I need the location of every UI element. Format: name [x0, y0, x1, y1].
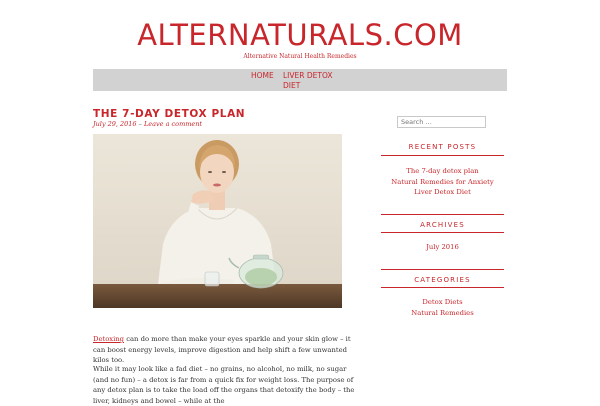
meta-separator: – [136, 120, 144, 128]
search-input[interactable] [397, 116, 486, 128]
detoxing-link[interactable]: Detoxing [93, 335, 124, 343]
categories-top-divider [381, 269, 504, 270]
post-date[interactable]: July 29, 2016 [93, 120, 137, 128]
archives-title: ARCHIVES [420, 221, 465, 229]
archive-link[interactable]: July 2016 [381, 243, 504, 252]
archives-top-divider [381, 214, 504, 215]
recent-posts-title: RECENT POSTS [408, 143, 477, 151]
recent-post-link[interactable]: Liver Detox Diet [381, 188, 504, 197]
post-meta: July 29, 2016 – Leave a comment [93, 120, 202, 129]
category-link[interactable]: Natural Remedies [381, 309, 504, 318]
post-paragraph-1-text: can do more than make your eyes sparkle … [93, 335, 351, 365]
leave-comment-link[interactable]: Leave a comment [144, 120, 202, 128]
recent-post-link[interactable]: Natural Remedies for Anxiety [381, 178, 504, 187]
post-paragraph-1: Detoxing can do more than make your eyes… [93, 334, 363, 366]
site-tagline: Alternative Natural Health Remedies [243, 53, 357, 60]
post-featured-image [93, 134, 342, 308]
categories-title: CATEGORIES [414, 276, 471, 284]
recent-post-link[interactable]: The 7-day detox plan [381, 167, 504, 176]
nav-item-liver-detox[interactable]: LIVER DETOX [283, 71, 333, 81]
category-link[interactable]: Detox Diets [381, 298, 504, 307]
woman-with-detox-tea-image [93, 134, 342, 308]
archives-divider [381, 232, 504, 233]
recent-posts-divider [381, 155, 504, 156]
site-title[interactable]: ALTERNATURALS.COM [0, 18, 600, 52]
categories-divider [381, 287, 504, 288]
nav-item-home[interactable]: HOME [251, 71, 274, 81]
main-navigation: HOME LIVER DETOX DIET [93, 69, 507, 91]
nav-item-diet[interactable]: DIET [283, 81, 300, 91]
